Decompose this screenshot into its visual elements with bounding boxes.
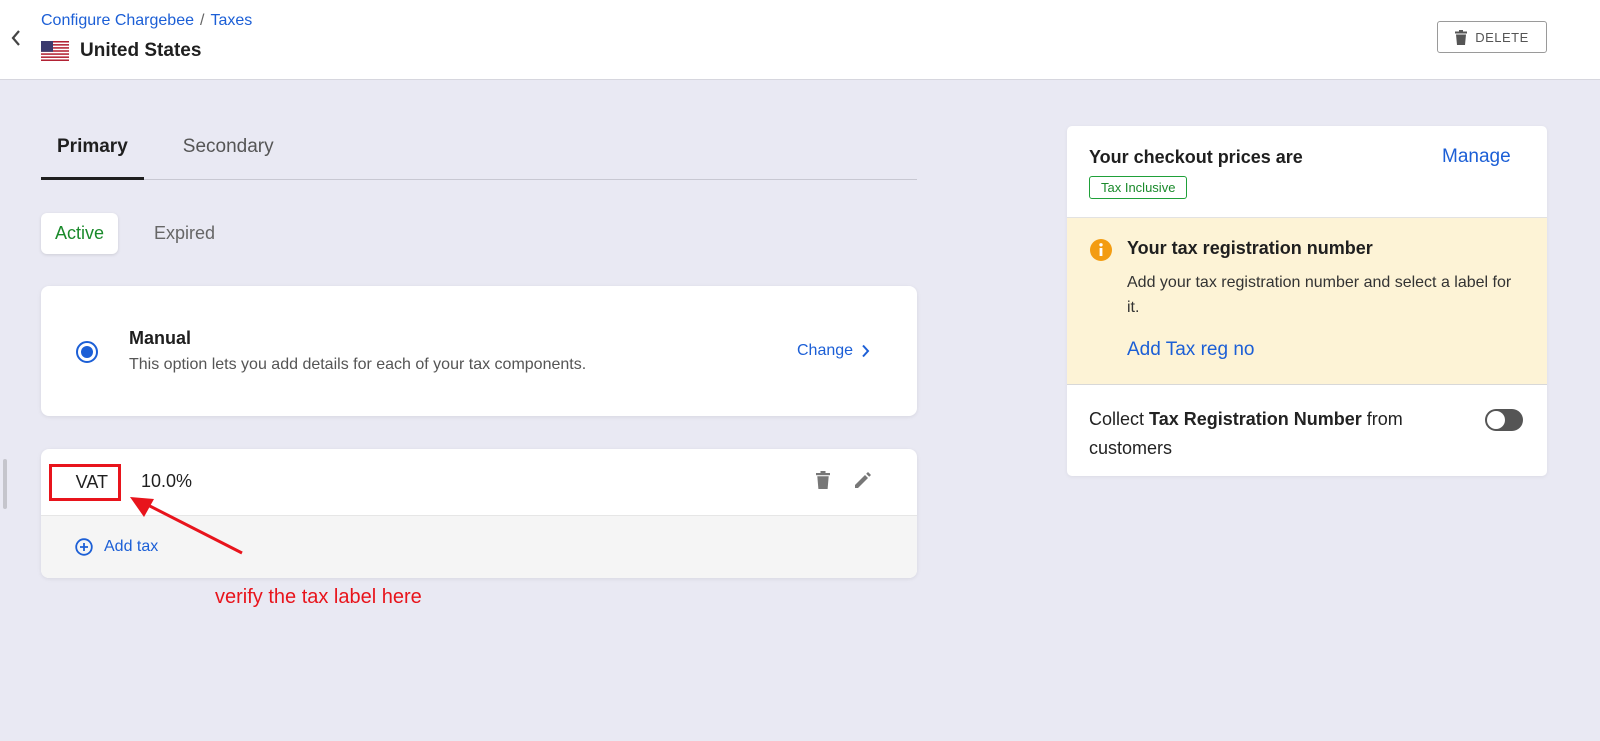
checkout-prices-section: Your checkout prices are Manage Tax Incl… bbox=[1067, 126, 1547, 217]
change-link[interactable]: Change bbox=[797, 342, 870, 360]
breadcrumb-taxes[interactable]: Taxes bbox=[210, 12, 252, 30]
delete-label: DELETE bbox=[1475, 29, 1529, 45]
collect-tax-number-section: Collect Tax Registration Number from cus… bbox=[1067, 385, 1547, 476]
breadcrumb-separator: / bbox=[200, 12, 205, 29]
collect-prefix: Collect bbox=[1089, 409, 1150, 429]
pencil-icon[interactable] bbox=[854, 471, 872, 489]
delete-button[interactable]: DELETE bbox=[1437, 21, 1547, 53]
checkout-title: Your checkout prices are bbox=[1089, 147, 1303, 167]
collect-tax-number-toggle[interactable] bbox=[1485, 409, 1523, 431]
manual-radio[interactable] bbox=[76, 341, 98, 363]
collect-tax-number-text: Collect Tax Registration Number from cus… bbox=[1089, 405, 1449, 463]
resize-handle[interactable] bbox=[3, 459, 7, 509]
manual-option-card: Manual This option lets you add details … bbox=[41, 286, 917, 416]
us-flag-icon bbox=[41, 41, 69, 61]
tax-inclusive-badge: Tax Inclusive bbox=[1089, 176, 1188, 199]
manual-title: Manual bbox=[129, 328, 192, 348]
toggle-knob bbox=[1487, 411, 1505, 429]
annotation-text: verify the tax label here bbox=[215, 586, 422, 608]
tax-registration-title: Your tax registration number bbox=[1127, 238, 1373, 258]
trash-icon[interactable] bbox=[816, 471, 830, 489]
tax-type-tabs: Primary Secondary bbox=[41, 118, 917, 180]
breadcrumb-configure[interactable]: Configure Chargebee bbox=[41, 12, 194, 30]
manual-description: This option lets you add details for eac… bbox=[129, 356, 587, 373]
subtab-expired[interactable]: Expired bbox=[140, 213, 229, 254]
back-button[interactable] bbox=[6, 26, 26, 50]
page-title: United States bbox=[80, 40, 202, 61]
chevron-left-icon bbox=[11, 30, 20, 46]
collect-bold: Tax Registration Number bbox=[1149, 409, 1362, 429]
change-label: Change bbox=[797, 342, 854, 359]
trash-icon bbox=[1455, 29, 1468, 45]
manage-link[interactable]: Manage bbox=[1442, 146, 1511, 168]
tab-primary[interactable]: Primary bbox=[41, 118, 144, 180]
radio-selected-icon bbox=[81, 346, 93, 358]
info-icon bbox=[1090, 239, 1112, 261]
breadcrumb: Configure Chargebee / Taxes bbox=[41, 12, 252, 30]
status-subtabs: Active Expired bbox=[41, 213, 229, 254]
chevron-right-icon bbox=[862, 344, 870, 358]
plus-circle-icon bbox=[75, 538, 93, 556]
tax-label-highlight: VAT bbox=[49, 464, 121, 501]
tax-registration-description: Add your tax registration number and sel… bbox=[1127, 274, 1512, 316]
subtab-active[interactable]: Active bbox=[41, 213, 119, 254]
tax-rate: 10.0% bbox=[141, 471, 193, 491]
add-tax-reg-link[interactable]: Add Tax reg no bbox=[1127, 339, 1254, 361]
annotation-arrow-icon bbox=[130, 497, 243, 555]
page-header: Configure Chargebee / Taxes United State… bbox=[0, 0, 1600, 80]
title-row: United States bbox=[41, 40, 201, 62]
tax-registration-notice: Your tax registration number Add your ta… bbox=[1067, 217, 1547, 385]
tax-settings-panel: Your checkout prices are Manage Tax Incl… bbox=[1067, 126, 1547, 476]
tax-label: VAT bbox=[75, 472, 108, 492]
tab-secondary[interactable]: Secondary bbox=[183, 118, 274, 180]
